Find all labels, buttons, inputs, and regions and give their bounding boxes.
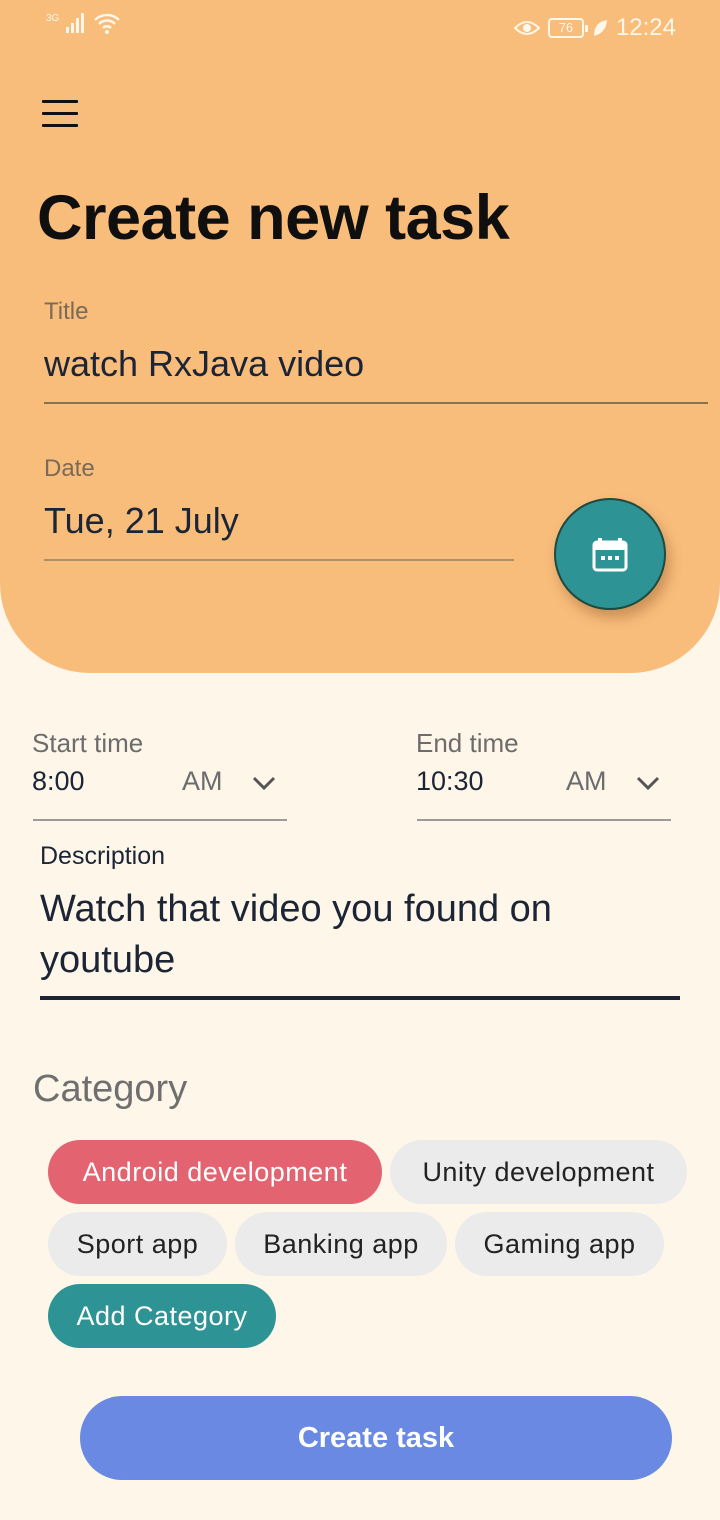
category-heading: Category bbox=[33, 1068, 188, 1110]
end-time-value[interactable]: 10:30 bbox=[416, 766, 484, 797]
description-label: Description bbox=[40, 842, 166, 870]
battery-icon: 76 bbox=[547, 18, 588, 38]
date-underline bbox=[44, 559, 514, 561]
description-underline bbox=[40, 996, 680, 1000]
battery-level: 76 bbox=[558, 20, 574, 35]
clock: 12:24 bbox=[615, 14, 676, 41]
leaf-icon bbox=[593, 20, 607, 36]
category-chip-sport-app[interactable]: Sport app bbox=[48, 1212, 227, 1276]
category-chip-gaming-app[interactable]: Gaming app bbox=[455, 1212, 664, 1276]
date-field-label: Date bbox=[44, 455, 95, 482]
category-chip-unity-development[interactable]: Unity development bbox=[390, 1140, 687, 1204]
category-chip-android-development[interactable]: Android development bbox=[48, 1140, 382, 1204]
start-time-label: Start time bbox=[32, 728, 144, 758]
end-time-ampm[interactable]: AM bbox=[566, 766, 607, 797]
start-time-underline bbox=[33, 819, 287, 821]
create-task-button[interactable]: Create task bbox=[80, 1396, 672, 1480]
category-chip-banking-app[interactable]: Banking app bbox=[235, 1212, 447, 1276]
add-category-button[interactable]: Add Category bbox=[48, 1284, 276, 1348]
start-time-value[interactable]: 8:00 bbox=[32, 766, 85, 797]
status-bar: 3G 76 12:24 bbox=[0, 0, 720, 56]
start-time-ampm[interactable]: AM bbox=[182, 766, 223, 797]
description-input[interactable]: Watch that video you found on youtube bbox=[40, 884, 680, 986]
eye-icon bbox=[513, 21, 540, 35]
chevron-down-icon[interactable] bbox=[251, 773, 277, 793]
signal-icon bbox=[66, 13, 85, 33]
chevron-down-icon[interactable] bbox=[635, 773, 661, 793]
wifi-icon bbox=[94, 13, 121, 34]
title-field-label: Title bbox=[44, 298, 89, 325]
calendar-icon bbox=[592, 538, 628, 572]
end-time-label: End time bbox=[416, 728, 519, 758]
date-input[interactable]: Tue, 21 July bbox=[44, 500, 239, 542]
title-input[interactable]: watch RxJava video bbox=[44, 343, 364, 385]
calendar-button[interactable] bbox=[554, 498, 666, 610]
status-right: 76 12:24 bbox=[513, 14, 676, 42]
network-type-label: 3G bbox=[46, 13, 60, 24]
page-title: Create new task bbox=[37, 183, 510, 253]
end-time-underline bbox=[417, 819, 671, 821]
title-underline bbox=[44, 402, 708, 404]
status-left: 3G bbox=[46, 12, 121, 36]
hamburger-menu-icon[interactable] bbox=[42, 100, 78, 128]
